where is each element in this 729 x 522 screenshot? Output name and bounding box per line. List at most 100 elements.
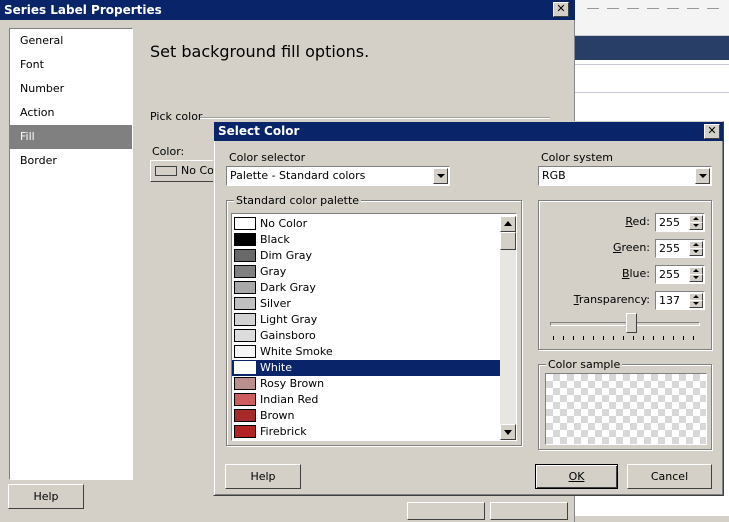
spin-down-icon[interactable] xyxy=(689,248,703,256)
list-item[interactable]: Rosy Brown xyxy=(232,376,501,392)
list-item-label: White xyxy=(260,361,292,374)
background-toolbar xyxy=(575,0,729,36)
list-item-label: Firebrick xyxy=(260,425,307,438)
color-swatch xyxy=(234,216,256,230)
chevron-down-icon[interactable] xyxy=(433,168,448,184)
close-icon[interactable]: ✕ xyxy=(704,124,720,139)
list-item[interactable]: Gainsboro xyxy=(232,328,501,344)
chevron-down-icon[interactable] xyxy=(695,168,710,184)
properties-nav-list: General Font Number Action Fill Border xyxy=(9,28,133,480)
list-item[interactable]: Gray xyxy=(232,264,501,280)
list-item[interactable]: Silver xyxy=(232,296,501,312)
spin-down-icon[interactable] xyxy=(689,222,703,230)
toolbar-glyph xyxy=(607,3,619,9)
list-item-label: Gray xyxy=(260,265,287,278)
color-swatch xyxy=(234,248,256,262)
list-item[interactable]: Dark Gray xyxy=(232,280,501,296)
nav-item-border[interactable]: Border xyxy=(10,149,132,173)
color-system-value: RGB xyxy=(542,169,566,182)
toolbar-glyph xyxy=(587,3,599,9)
color-swatch xyxy=(234,360,256,374)
color-swatch xyxy=(234,280,256,294)
transparency-spinner[interactable]: 137 xyxy=(655,291,705,310)
window-titlebar: Series Label Properties xyxy=(0,0,575,20)
green-label: Green: xyxy=(612,241,651,254)
spin-down-icon[interactable] xyxy=(689,274,703,282)
divider xyxy=(575,92,729,93)
palette-scrollbar[interactable] xyxy=(500,216,516,440)
section-divider xyxy=(200,117,550,119)
scroll-down-icon[interactable] xyxy=(500,424,516,440)
list-item[interactable]: Firebrick xyxy=(232,424,501,440)
color-swatch xyxy=(234,344,256,358)
list-item-label: Brown xyxy=(260,409,295,422)
nav-item-font[interactable]: Font xyxy=(10,53,132,77)
nav-item-action[interactable]: Action xyxy=(10,101,132,125)
nav-item-general[interactable]: General xyxy=(10,29,132,53)
help-button[interactable]: Help xyxy=(225,464,301,489)
red-spinner[interactable]: 255 xyxy=(655,213,705,232)
list-item-selected[interactable]: White xyxy=(232,360,501,376)
nav-item-fill[interactable]: Fill xyxy=(10,125,132,149)
scroll-up-icon[interactable] xyxy=(500,216,516,232)
list-item[interactable]: Dim Gray xyxy=(232,248,501,264)
color-button-text: No Co xyxy=(181,164,214,177)
blue-label-rest: lue: xyxy=(629,267,650,280)
list-item[interactable]: White Smoke xyxy=(232,344,501,360)
color-swatch xyxy=(234,408,256,422)
color-swatch xyxy=(234,424,256,438)
color-swatch xyxy=(234,232,256,246)
color-system-dropdown[interactable]: RGB xyxy=(538,166,712,186)
transparency-slider-thumb[interactable] xyxy=(625,313,637,333)
scrollbar-thumb[interactable] xyxy=(500,232,516,250)
color-palette-list: No Color Black Dim Gray Gray Dark Gray S… xyxy=(231,213,517,441)
list-item-label: Silver xyxy=(260,297,291,310)
list-item-label: Black xyxy=(260,233,290,246)
window-title: Series Label Properties xyxy=(4,3,162,17)
list-item[interactable]: Light Gray xyxy=(232,312,501,328)
list-item[interactable]: Brown xyxy=(232,408,501,424)
page-heading: Set background fill options. xyxy=(150,42,370,61)
cancel-button[interactable]: Cancel xyxy=(627,464,712,489)
color-swatch xyxy=(234,392,256,406)
help-button[interactable]: Help xyxy=(8,484,84,509)
color-system-label: Color system xyxy=(541,151,613,164)
red-value: 255 xyxy=(659,216,680,229)
list-item-label: Light Gray xyxy=(260,313,318,326)
color-selector-dropdown[interactable]: Palette - Standard colors xyxy=(226,166,450,186)
transparency-label: Transparency: xyxy=(573,293,650,306)
spin-down-icon[interactable] xyxy=(689,300,703,308)
toolbar-glyph xyxy=(647,3,659,9)
list-item-label: Dim Gray xyxy=(260,249,313,262)
ok-button[interactable]: OK xyxy=(535,464,618,489)
list-item-label: No Color xyxy=(260,217,308,230)
color-swatch xyxy=(234,264,256,278)
color-picker-button[interactable]: No Co xyxy=(150,160,220,182)
list-item[interactable]: Indian Red xyxy=(232,392,501,408)
cancel-button[interactable] xyxy=(490,502,568,520)
blue-value: 255 xyxy=(659,268,680,281)
slider-ticks xyxy=(553,336,699,340)
palette-group-title: Standard color palette xyxy=(234,194,362,207)
color-swatch xyxy=(234,376,256,390)
green-label-rest: reen: xyxy=(621,241,651,254)
close-icon[interactable]: ✕ xyxy=(553,2,569,17)
list-item-label: Indian Red xyxy=(260,393,319,406)
ok-button[interactable] xyxy=(407,502,485,520)
green-spinner[interactable]: 255 xyxy=(655,239,705,258)
cancel-label: Cancel xyxy=(650,470,689,483)
list-item-label: Gainsboro xyxy=(260,329,316,342)
background-header-band xyxy=(575,36,729,60)
color-selector-label: Color selector xyxy=(229,151,306,164)
nav-item-number[interactable]: Number xyxy=(10,77,132,101)
dialog-titlebar: Select Color xyxy=(214,122,723,141)
list-item[interactable]: Black xyxy=(232,232,501,248)
list-item-label: White Smoke xyxy=(260,345,333,358)
color-selector-value: Palette - Standard colors xyxy=(230,169,366,182)
toolbar-glyph xyxy=(707,3,719,9)
dialog-title: Select Color xyxy=(218,124,300,138)
color-sample-title: Color sample xyxy=(546,358,623,371)
list-item[interactable]: No Color xyxy=(232,216,501,232)
pick-color-section-label: Pick color xyxy=(150,110,203,123)
blue-spinner[interactable]: 255 xyxy=(655,265,705,284)
